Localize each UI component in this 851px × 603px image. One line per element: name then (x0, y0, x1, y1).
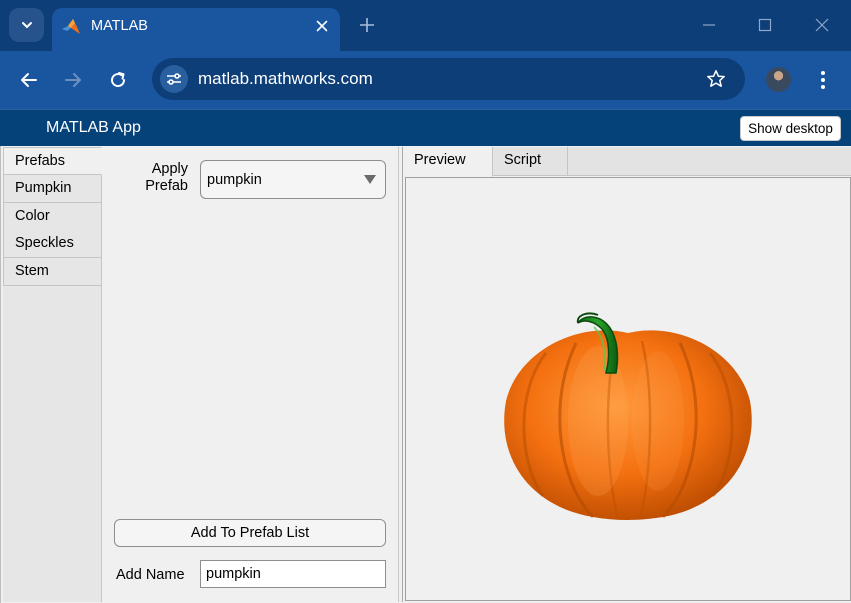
apply-prefab-label-line2: Prefab (145, 178, 188, 194)
show-desktop-button[interactable]: Show desktop (740, 116, 841, 141)
side-tab-group: Prefabs Pumpkin Color Speckles Stem (3, 147, 102, 602)
preview-canvas[interactable] (405, 177, 851, 601)
close-icon[interactable] (312, 16, 332, 36)
add-name-label: Add Name (116, 567, 185, 583)
right-tab-bar: Preview Script (403, 147, 851, 177)
address-bar[interactable]: matlab.mathworks.com (152, 58, 745, 100)
pumpkin-3d-render (504, 312, 752, 520)
tune-icon[interactable] (160, 65, 188, 93)
app-header: MATLAB App Show desktop (0, 109, 851, 146)
dropdown-selected-value: pumpkin (207, 172, 262, 188)
apply-prefab-label: Apply Prefab (126, 161, 188, 195)
kebab-icon[interactable] (812, 67, 834, 93)
avatar[interactable] (766, 67, 791, 92)
minimize-icon[interactable] (698, 14, 720, 36)
browser-toolbar: matlab.mathworks.com (0, 51, 851, 109)
tab-color[interactable]: Color (3, 203, 102, 231)
star-icon[interactable] (705, 68, 727, 90)
apply-prefab-dropdown[interactable]: pumpkin (200, 160, 386, 199)
tab-title: MATLAB (91, 18, 148, 34)
plus-icon[interactable] (356, 14, 378, 36)
triangle-down-icon (364, 175, 376, 184)
browser-tab-strip: MATLAB (0, 0, 851, 51)
window-close-icon[interactable] (811, 14, 833, 36)
chevron-down-icon (21, 22, 32, 29)
prefabs-panel: Apply Prefab pumpkin Add To Prefab List … (102, 147, 399, 602)
preview-tab-group: Preview Script (402, 147, 851, 602)
maximize-icon[interactable] (754, 14, 776, 36)
app-title: MATLAB App (46, 119, 141, 136)
arrow-right-icon[interactable] (60, 67, 86, 93)
tab-prefabs[interactable]: Prefabs (3, 147, 102, 175)
tab-stem[interactable]: Stem (3, 258, 102, 286)
url-text: matlab.mathworks.com (198, 69, 373, 88)
tab-search-button[interactable] (9, 8, 44, 42)
tab-preview[interactable]: Preview (403, 147, 493, 177)
tab-script[interactable]: Script (493, 147, 568, 176)
reload-icon[interactable] (105, 67, 131, 93)
app-body: Prefabs Pumpkin Color Speckles Stem Appl… (0, 146, 851, 603)
apply-prefab-label-line1: Apply (151, 161, 188, 177)
add-to-prefab-list-button[interactable]: Add To Prefab List (114, 519, 386, 547)
browser-tab[interactable]: MATLAB (52, 8, 340, 51)
matlab-logo-icon (62, 19, 80, 34)
arrow-left-icon[interactable] (16, 67, 42, 93)
add-name-field[interactable] (200, 560, 386, 588)
tab-speckles[interactable]: Speckles (3, 230, 102, 258)
tab-pumpkin[interactable]: Pumpkin (3, 175, 102, 203)
